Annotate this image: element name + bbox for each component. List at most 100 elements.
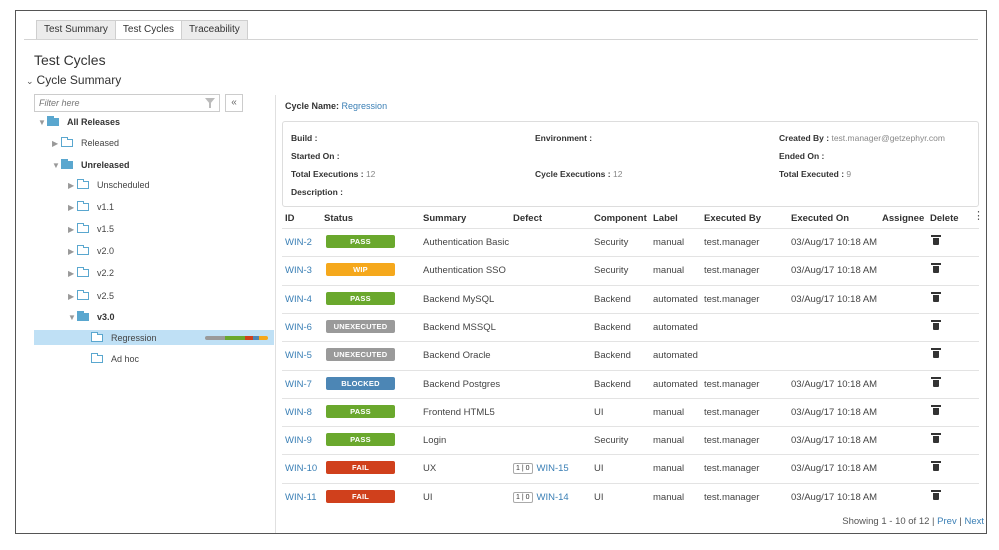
collapse-arrow-icon[interactable]: ▶: [68, 199, 77, 217]
next-page-link[interactable]: Next: [964, 516, 984, 527]
defect-link[interactable]: WIN-14: [537, 492, 569, 503]
collapse-arrow-icon[interactable]: ▶: [68, 177, 77, 195]
status-badge[interactable]: PASS: [326, 235, 395, 248]
tree-node-v1-5[interactable]: ▶ v1.5: [68, 220, 114, 238]
status-badge[interactable]: WIP: [326, 263, 395, 277]
col-header-summary[interactable]: Summary: [423, 213, 466, 224]
executed-by-cell: test.manager: [704, 406, 760, 418]
table-row[interactable]: WIN-4 PASS Backend MySQL Backend automated te…: [282, 284, 979, 314]
label-cell: automated: [653, 321, 698, 333]
issue-id-link[interactable]: WIN-3: [285, 265, 312, 276]
folder-icon: [77, 223, 89, 233]
status-badge[interactable]: BLOCKED: [326, 376, 395, 390]
trash-icon[interactable]: [931, 291, 941, 302]
issue-id-link[interactable]: WIN-5: [285, 350, 312, 361]
table-row[interactable]: WIN-11 FAIL UI 1 | 0 WIN-14 UI manual test.mana…: [282, 482, 979, 512]
issue-id-link[interactable]: WIN-8: [285, 407, 312, 418]
tree-node-regression[interactable]: Regression: [91, 329, 157, 347]
tab-test-cycles[interactable]: Test Cycles: [114, 20, 183, 40]
col-header-component[interactable]: Component: [594, 213, 647, 224]
table-row[interactable]: WIN-5 UNEXECUTED Backend Oracle Backend auto…: [282, 341, 979, 370]
col-header-delete[interactable]: Delete: [930, 213, 959, 224]
status-badge[interactable]: PASS: [326, 291, 395, 305]
issue-id-link[interactable]: WIN-9: [285, 435, 312, 446]
tree-node-released[interactable]: ▶ Released: [52, 134, 119, 152]
column-menu-icon[interactable]: ⋮: [973, 211, 984, 222]
executed-on-cell: 03/Aug/17 10:18 AM: [791, 237, 878, 248]
collapse-arrow-icon[interactable]: ▶: [68, 243, 77, 261]
tree-node-v3-0[interactable]: ▼ v3.0: [68, 308, 115, 326]
col-header-label[interactable]: Label: [653, 213, 678, 224]
filter-input[interactable]: [35, 95, 203, 111]
status-badge[interactable]: FAIL: [326, 489, 395, 503]
collapse-arrow-icon[interactable]: ▶: [68, 265, 77, 283]
tree-node-all-releases[interactable]: ▼ All Releases: [38, 113, 120, 131]
table-row[interactable]: WIN-8 PASS Frontend HTML5 UI manual test.mana…: [282, 397, 979, 427]
col-header-status[interactable]: Status: [324, 213, 353, 224]
table-row[interactable]: WIN-10 FAIL UX 1 | 0 WIN-15 UI manual test.mana…: [282, 454, 979, 483]
table-row[interactable]: WIN-3 WIP Authentication SSO Security manual…: [282, 256, 979, 285]
trash-icon[interactable]: [931, 376, 941, 387]
trash-icon[interactable]: [931, 348, 941, 359]
tree-node-v2-0[interactable]: ▶ v2.0: [68, 242, 114, 260]
description-field: Description :: [291, 187, 343, 197]
status-badge[interactable]: UNEXECUTED: [326, 348, 395, 362]
filter-icon[interactable]: [205, 98, 215, 108]
trash-icon[interactable]: [931, 404, 941, 415]
summary-cell: Frontend HTML5: [423, 406, 495, 418]
table-row[interactable]: WIN-6 UNEXECUTED Backend MSSQL Backend autom…: [282, 312, 979, 342]
defect-count-badge[interactable]: 1 | 0: [513, 463, 533, 475]
col-header-executed-by[interactable]: Executed By: [704, 213, 761, 224]
executed-on-cell: 03/Aug/17 10:18 AM: [791, 265, 878, 277]
trash-icon[interactable]: [931, 461, 941, 472]
trash-icon[interactable]: [931, 433, 941, 444]
tree-node-unreleased[interactable]: ▼ Unreleased: [52, 156, 130, 174]
tab-bar: Test Summary Test Cycles Traceability: [36, 20, 248, 40]
table-row[interactable]: WIN-2 PASS Authentication Basic Security man…: [282, 228, 979, 257]
col-header-executed-on[interactable]: Executed On: [791, 213, 849, 224]
collapse-tree-button[interactable]: «: [225, 94, 243, 112]
executed-by-cell: test.manager: [704, 378, 760, 390]
col-header-id[interactable]: ID: [285, 213, 295, 224]
issue-id-link[interactable]: WIN-4: [285, 294, 312, 305]
tree-node-v1-1[interactable]: ▶ v1.1: [68, 198, 114, 216]
tree-node-unscheduled[interactable]: ▶ Unscheduled: [68, 176, 150, 194]
collapse-arrow-icon[interactable]: ▶: [68, 221, 77, 239]
issue-id-link[interactable]: WIN-7: [285, 379, 312, 390]
defect-count-badge[interactable]: 1 | 0: [513, 491, 533, 503]
status-badge[interactable]: PASS: [326, 433, 395, 447]
issue-id-link[interactable]: WIN-2: [285, 237, 312, 248]
prev-page-link[interactable]: Prev: [937, 516, 957, 527]
tab-traceability[interactable]: Traceability: [181, 20, 248, 39]
trash-icon[interactable]: [931, 235, 941, 245]
table-row[interactable]: WIN-9 PASS Login Security manual test.manager…: [282, 426, 979, 455]
cycle-summary-toggle[interactable]: ⌄ Cycle Summary: [26, 73, 121, 87]
trash-icon[interactable]: [931, 489, 941, 500]
collapse-arrow-icon[interactable]: ▶: [68, 288, 77, 306]
collapse-arrow-icon[interactable]: ▶: [52, 135, 61, 153]
tab-test-summary[interactable]: Test Summary: [36, 20, 116, 39]
expand-arrow-icon[interactable]: ▼: [38, 114, 47, 132]
col-header-assignee[interactable]: Assignee: [882, 213, 924, 224]
executed-on-cell: 03/Aug/17 10:18 AM: [791, 435, 878, 447]
filter-box: [34, 94, 220, 112]
tree-node-adhoc[interactable]: Ad hoc: [91, 350, 139, 368]
status-badge[interactable]: PASS: [326, 404, 395, 418]
issue-id-link[interactable]: WIN-6: [285, 322, 312, 333]
expand-arrow-icon[interactable]: ▼: [68, 309, 77, 327]
panel-divider[interactable]: [275, 95, 276, 533]
col-header-defect[interactable]: Defect: [513, 213, 542, 224]
issue-id-link[interactable]: WIN-11: [285, 492, 317, 503]
trash-icon[interactable]: [931, 263, 941, 274]
status-badge[interactable]: FAIL: [326, 461, 395, 475]
status-badge[interactable]: UNEXECUTED: [326, 319, 395, 333]
issue-id-link[interactable]: WIN-10: [285, 463, 317, 474]
defect-link[interactable]: WIN-15: [537, 463, 569, 474]
tree-node-v2-5[interactable]: ▶ v2.5: [68, 287, 114, 305]
expand-arrow-icon[interactable]: ▼: [52, 157, 61, 175]
table-row[interactable]: WIN-7 BLOCKED Backend Postgres Backend autom…: [282, 369, 979, 399]
defect-cell: 1 | 0 WIN-14: [513, 491, 569, 503]
summary-cell: Authentication Basic: [423, 237, 510, 248]
tree-node-v2-2[interactable]: ▶ v2.2: [68, 264, 114, 282]
trash-icon[interactable]: [931, 319, 941, 330]
